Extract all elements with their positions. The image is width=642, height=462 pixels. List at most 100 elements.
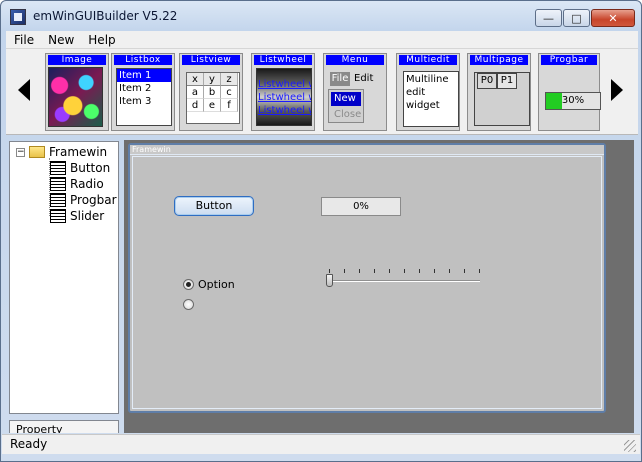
collapse-icon[interactable]: − <box>16 147 25 157</box>
list-item: Listwheel wid <box>258 92 311 103</box>
tool-label: Menu <box>326 55 384 65</box>
slider-tick <box>419 269 420 273</box>
tool-menu[interactable]: Menu File Edit New Close <box>323 53 387 131</box>
slider-tick <box>479 269 480 273</box>
widget-icon <box>50 193 66 207</box>
app-icon <box>10 9 26 25</box>
multiedit-line: Multiline <box>406 74 449 85</box>
menu-file[interactable]: File <box>6 33 40 47</box>
list-item: Item 2 <box>119 83 152 94</box>
tool-label: Listview <box>182 55 240 65</box>
tool-listview[interactable]: Listview x y z a b c d e f <box>179 53 243 131</box>
folder-icon <box>29 146 45 158</box>
maximize-icon: □ <box>571 11 582 25</box>
design-radio-option-1[interactable] <box>183 279 194 290</box>
app-window: emWinGUIBuilder V5.22 — □ ✕ File New Hel… <box>0 0 642 462</box>
tree-label: Progbar <box>70 193 117 207</box>
tool-label: Progbar <box>541 55 597 65</box>
multipage-tab: P1 <box>497 73 517 89</box>
list-item: Listwheel wid <box>258 105 311 116</box>
list-item: Item 1 <box>117 69 171 82</box>
listview-cell: e <box>204 99 221 112</box>
property-tab[interactable]: Property <box>9 420 119 433</box>
tool-label: Listwheel <box>254 55 312 65</box>
list-item: Listwheel wid <box>258 79 311 90</box>
listview-cell: b <box>204 86 221 99</box>
tree-node-button[interactable]: Button <box>50 160 110 176</box>
design-radio-label: Option <box>198 278 235 291</box>
list-item: Item 3 <box>119 96 152 107</box>
multiedit-line: widget <box>406 100 440 111</box>
listview-header: x y z <box>187 73 239 86</box>
slider-tick <box>449 269 450 273</box>
slider-tick <box>404 269 405 273</box>
design-slider-track[interactable] <box>327 280 480 282</box>
listwheel-preview: Listwheel wid Listwheel wid Listwheel wi… <box>256 68 312 126</box>
menu-bar: File New Help <box>6 31 638 49</box>
slider-tick <box>329 269 330 273</box>
listview-cell: f <box>221 99 238 112</box>
tool-multipage[interactable]: Multipage P0 P1 <box>467 53 531 131</box>
scroll-left-arrow-icon[interactable] <box>18 79 30 101</box>
framewin-title[interactable]: Framewin <box>130 145 604 155</box>
minimize-button[interactable]: — <box>535 9 562 27</box>
tree-node-radio[interactable]: Radio <box>50 176 104 192</box>
listview-header-cell: y <box>204 73 221 86</box>
progbar-preview: 30% <box>545 92 601 110</box>
maximize-button[interactable]: □ <box>563 9 590 27</box>
design-slider-thumb[interactable] <box>326 274 333 287</box>
design-radio-option-2[interactable] <box>183 299 194 310</box>
listview-header-cell: x <box>187 73 204 86</box>
tool-label: Multipage <box>470 55 528 65</box>
resize-grip-icon[interactable] <box>624 440 636 452</box>
listview-header-cell: z <box>221 73 238 86</box>
listview-cell: c <box>221 86 238 99</box>
table-row: a b c <box>187 86 239 99</box>
multipage-tab: P0 <box>477 73 497 89</box>
minimize-icon: — <box>543 11 554 25</box>
widget-toolbar: Image Listbox Item 1 Item 2 Item 3 Listv… <box>6 49 638 135</box>
status-text: Ready <box>10 437 48 451</box>
tree-label: Framewin <box>49 145 108 159</box>
tree-node-framewin[interactable]: − Framewin <box>16 144 107 160</box>
tree-node-progbar[interactable]: Progbar <box>50 192 117 208</box>
design-progbar[interactable]: 0% <box>321 197 401 216</box>
tool-image[interactable]: Image <box>45 53 109 131</box>
slider-tick <box>464 269 465 273</box>
menu-new[interactable]: New <box>40 33 80 47</box>
menu-preview-dropdown: New Close <box>328 89 364 123</box>
tree-label: Radio <box>70 177 104 191</box>
slider-tick <box>374 269 375 273</box>
widget-icon <box>50 177 66 191</box>
title-bar[interactable]: emWinGUIBuilder V5.22 — □ ✕ <box>1 1 641 31</box>
tree-node-slider[interactable]: Slider <box>50 208 104 224</box>
tool-multiedit[interactable]: Multiedit Multiline edit widget <box>396 53 460 131</box>
slider-tick <box>359 269 360 273</box>
menu-preview-close: Close <box>334 109 362 120</box>
widget-tree: − Framewin Button Radio Progbar Slider <box>9 141 119 414</box>
progbar-value: 30% <box>561 95 585 106</box>
design-button[interactable]: Button <box>174 196 254 216</box>
tool-label: Multiedit <box>399 55 457 65</box>
tool-progbar[interactable]: Progbar 30% <box>538 53 601 131</box>
close-button[interactable]: ✕ <box>591 9 635 27</box>
widget-icon <box>50 209 66 223</box>
window-title: emWinGUIBuilder V5.22 <box>33 9 178 23</box>
menu-preview-file: File <box>330 72 350 86</box>
slider-tick <box>434 269 435 273</box>
widget-icon <box>50 161 66 175</box>
slider-tick <box>344 269 345 273</box>
menu-help[interactable]: Help <box>80 33 121 47</box>
tool-label: Listbox <box>114 55 172 65</box>
multipage-preview: P0 P1 <box>474 72 530 126</box>
multiedit-line: edit <box>406 87 426 98</box>
listbox-preview: Item 1 Item 2 Item 3 <box>116 68 172 126</box>
status-bar: Ready <box>2 434 640 454</box>
slider-tick <box>389 269 390 273</box>
tool-listwheel[interactable]: Listwheel Listwheel wid Listwheel wid Li… <box>251 53 315 131</box>
scroll-right-arrow-icon[interactable] <box>611 79 623 101</box>
listview-preview: x y z a b c d e f <box>186 72 240 124</box>
tool-label: Image <box>48 55 106 65</box>
tool-listbox[interactable]: Listbox Item 1 Item 2 Item 3 <box>111 53 175 131</box>
close-icon: ✕ <box>608 11 618 25</box>
